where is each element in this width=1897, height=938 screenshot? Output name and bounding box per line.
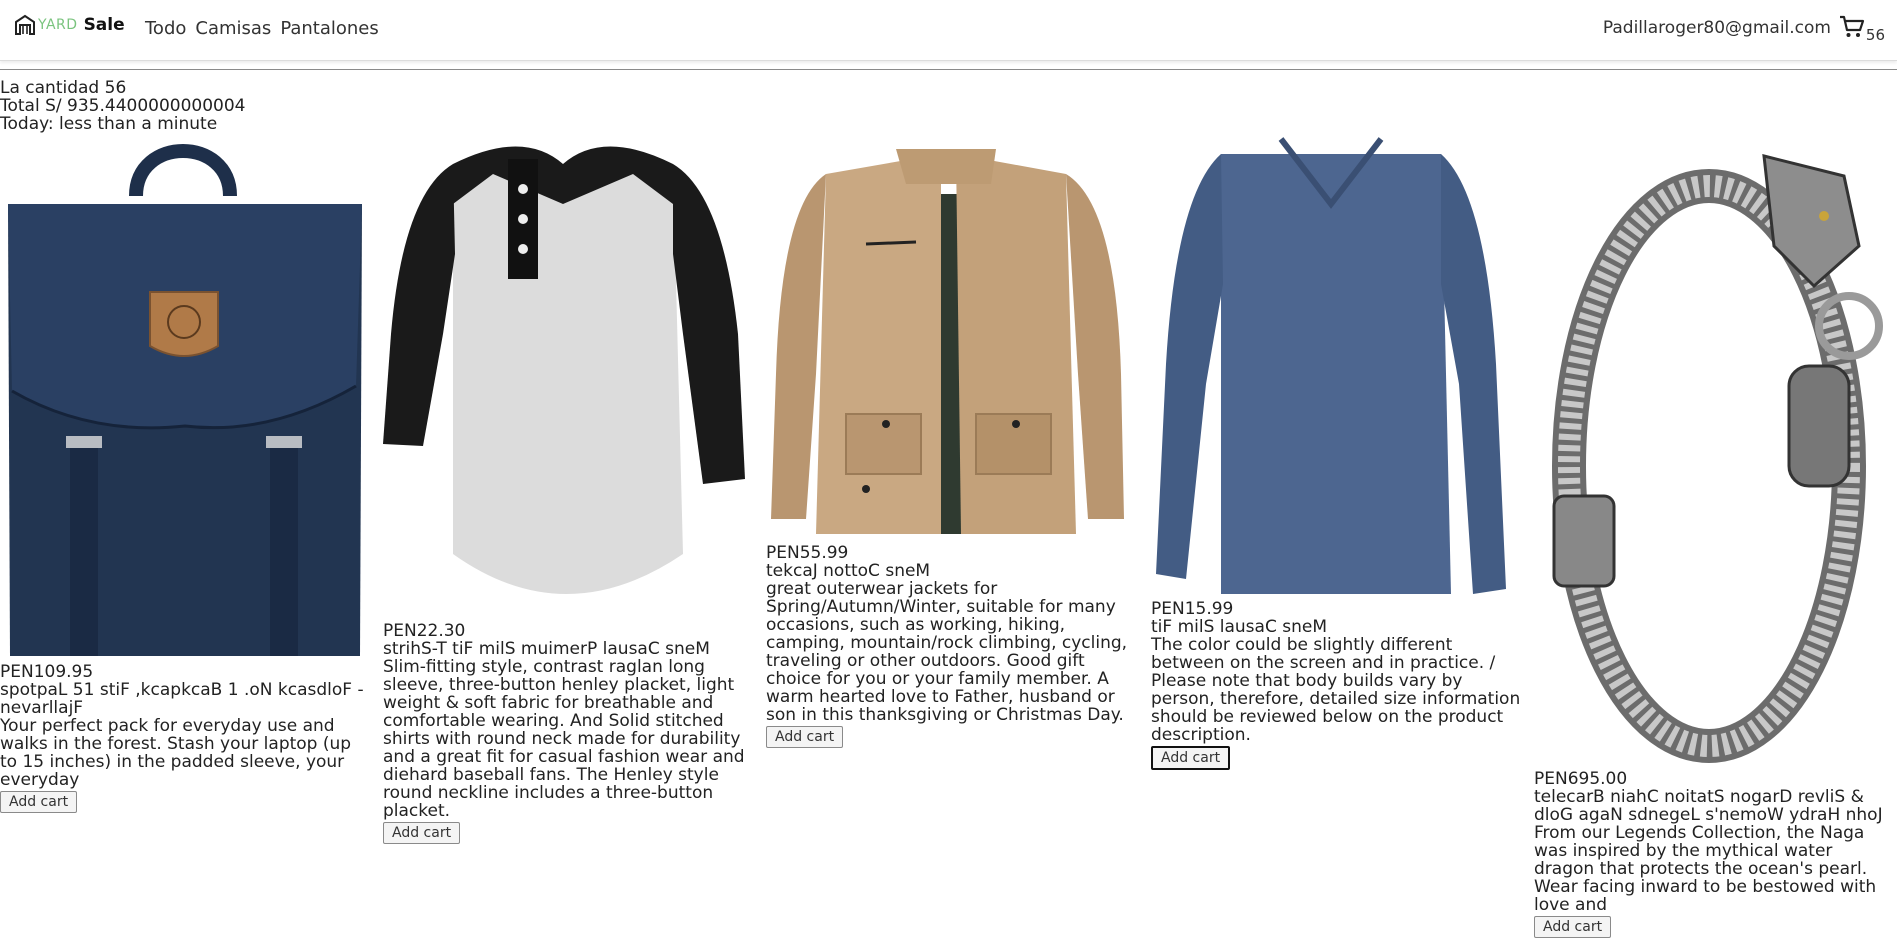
add-cart-button[interactable]: Add cart [766, 726, 844, 748]
cart-count-badge: 56 [1865, 26, 1885, 44]
brand-yard-text: YARD [38, 17, 78, 33]
storefront-icon [15, 14, 35, 35]
product-price: PEN695.00 [1534, 769, 1628, 789]
product-title: spotpaL 51 stiF ,kcapkcaB 1 .oN kcasdloF… [0, 680, 364, 718]
product-card: PEN22.30 strihS-T tiF milS muimerP lausa… [383, 134, 753, 844]
navbar-divider [0, 69, 1897, 70]
product-image-cotton-jacket[interactable] [766, 134, 1131, 544]
cart-total: Total S/ 935.4400000000004 [0, 96, 246, 116]
add-cart-button[interactable]: Add cart [1151, 746, 1231, 770]
nav-link-camisas[interactable]: Camisas [195, 18, 271, 39]
nav-link-pantalones[interactable]: Pantalones [280, 18, 378, 39]
brand-logo[interactable]: YARD Sale [14, 14, 125, 36]
product-price: PEN15.99 [1151, 599, 1234, 619]
nav-links: Todo Camisas Pantalones [145, 18, 379, 39]
product-image-henley-shirt[interactable] [383, 134, 748, 622]
product-card: PEN109.95 spotpaL 51 stiF ,kcapkcaB 1 .o… [0, 136, 370, 813]
product-description: The color could be slightly different be… [1151, 635, 1521, 745]
user-email[interactable]: Padillaroger80@gmail.com [1603, 18, 1831, 38]
cart-quantity: La cantidad 56 [0, 78, 127, 98]
product-title: telecarB niahC noitatS nogarD revliS & d… [1534, 787, 1883, 825]
cart-button[interactable]: 56 [1839, 14, 1885, 44]
brand-sale-text: Sale [83, 15, 125, 35]
product-title: tiF milS lausaC sneM [1151, 617, 1327, 637]
product-card: PEN55.99 tekcaJ nottoC sneM great outerw… [766, 134, 1136, 748]
product-price: PEN109.95 [0, 662, 94, 682]
product-image-dragon-bracelet[interactable] [1534, 136, 1896, 770]
product-description: great outerwear jackets for Spring/Autum… [766, 579, 1128, 725]
product-image-backpack[interactable] [0, 136, 365, 663]
add-cart-button[interactable]: Add cart [383, 822, 461, 844]
nav-link-todo[interactable]: Todo [145, 18, 186, 39]
product-card: PEN15.99 tiF milS lausaC sneM The color … [1151, 134, 1521, 770]
cart-summary: La cantidad 56 Total S/ 935.440000000000… [0, 79, 246, 133]
product-title: strihS-T tiF milS muimerP lausaC sneM [383, 639, 710, 659]
product-title: tekcaJ nottoC sneM [766, 561, 931, 581]
add-cart-button[interactable]: Add cart [1534, 916, 1612, 938]
cart-time: Today: less than a minute [0, 114, 218, 134]
add-cart-button[interactable]: Add cart [0, 791, 78, 813]
product-image-slim-fit-tee[interactable] [1151, 134, 1516, 600]
shopping-cart-icon [1839, 15, 1865, 37]
product-description: Slim-fitting style, contrast raglan long… [383, 657, 745, 821]
product-price: PEN22.30 [383, 621, 466, 641]
product-card: PEN695.00 telecarB niahC noitatS nogarD … [1534, 136, 1896, 938]
navbar: YARD Sale Todo Camisas Pantalones Padill… [0, 0, 1897, 61]
product-description: Your perfect pack for everyday use and w… [0, 716, 352, 790]
product-description: From our Legends Collection, the Naga wa… [1534, 823, 1877, 915]
product-price: PEN55.99 [766, 543, 849, 563]
